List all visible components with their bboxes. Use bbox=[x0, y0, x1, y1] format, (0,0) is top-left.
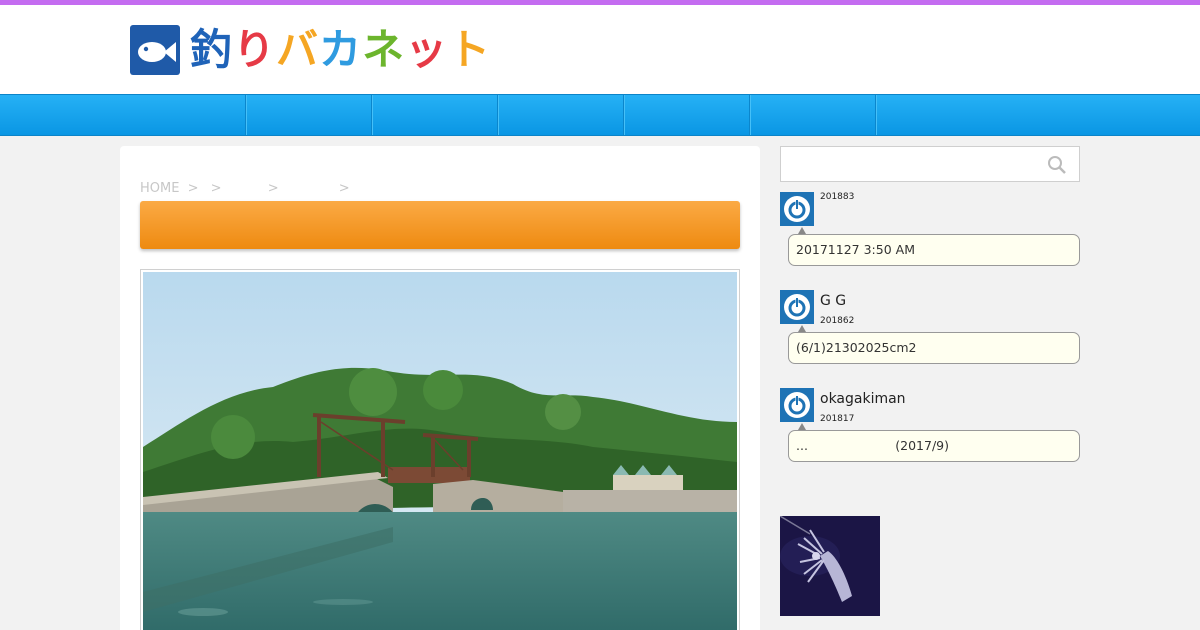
comment-author[interactable]: okagakiman bbox=[820, 391, 906, 407]
nav-item-1[interactable] bbox=[0, 95, 246, 135]
nav-item-4[interactable] bbox=[498, 95, 624, 135]
power-icon bbox=[784, 392, 810, 418]
breadcrumb: HOME > > > > bbox=[140, 181, 350, 196]
squid-image bbox=[780, 516, 880, 616]
site-header: 釣りバカネット bbox=[0, 5, 1200, 94]
search-icon[interactable] bbox=[1047, 155, 1067, 175]
comment-date: 201883 bbox=[820, 192, 855, 202]
comment-bubble[interactable]: ... (2017/9) bbox=[788, 430, 1080, 462]
logo-text: 釣りバカネット bbox=[190, 25, 491, 75]
comment-text: 20171127 3:50 AM bbox=[796, 242, 915, 257]
nav-item-3[interactable] bbox=[372, 95, 498, 135]
nav-item-6[interactable] bbox=[750, 95, 876, 135]
logo-char-3: バ bbox=[276, 25, 320, 74]
comment-text: ... bbox=[796, 438, 808, 453]
site-logo[interactable]: 釣りバカネット bbox=[130, 25, 491, 75]
search-input[interactable] bbox=[780, 146, 1080, 182]
power-icon bbox=[784, 196, 810, 222]
comment-bubble[interactable]: (6/1)21302025cm2 bbox=[788, 332, 1080, 364]
comment-text-right: (2017/9) bbox=[895, 438, 949, 453]
comment-date: 201862 bbox=[820, 316, 855, 326]
comment-author[interactable]: G G bbox=[820, 293, 846, 309]
comment-text: (6/1)21302025cm2 bbox=[796, 340, 917, 355]
bubble-arrow bbox=[798, 325, 806, 332]
article-title-bar bbox=[140, 201, 740, 249]
logo-char-2: り bbox=[233, 25, 277, 74]
nav-item-5[interactable] bbox=[624, 95, 750, 135]
main-nav bbox=[0, 94, 1200, 136]
logo-char-6: ッ bbox=[405, 25, 449, 74]
logo-char-1: 釣 bbox=[190, 25, 234, 74]
breadcrumb-separator: > bbox=[210, 181, 222, 196]
avatar[interactable] bbox=[780, 290, 814, 324]
fish-icon bbox=[130, 25, 180, 75]
nav-item-2[interactable] bbox=[246, 95, 372, 135]
comment-bubble[interactable]: 20171127 3:50 AM bbox=[788, 234, 1080, 266]
breadcrumb-separator: > bbox=[187, 181, 199, 196]
power-icon bbox=[784, 294, 810, 320]
article-photo-frame bbox=[140, 269, 740, 630]
bridge-photo bbox=[143, 272, 737, 630]
logo-char-7: ト bbox=[448, 25, 492, 74]
breadcrumb-separator: > bbox=[267, 181, 279, 196]
avatar[interactable] bbox=[780, 388, 814, 422]
main-content: HOME > > > > bbox=[120, 146, 760, 630]
squid-thumbnail[interactable] bbox=[780, 516, 880, 616]
bubble-arrow bbox=[798, 423, 806, 430]
bubble-arrow bbox=[798, 227, 806, 234]
avatar[interactable] bbox=[780, 192, 814, 226]
logo-char-5: ネ bbox=[362, 25, 406, 74]
breadcrumb-home[interactable]: HOME bbox=[140, 181, 179, 196]
comment-date: 201817 bbox=[820, 414, 855, 424]
breadcrumb-separator: > bbox=[338, 181, 350, 196]
logo-char-4: カ bbox=[319, 25, 363, 74]
